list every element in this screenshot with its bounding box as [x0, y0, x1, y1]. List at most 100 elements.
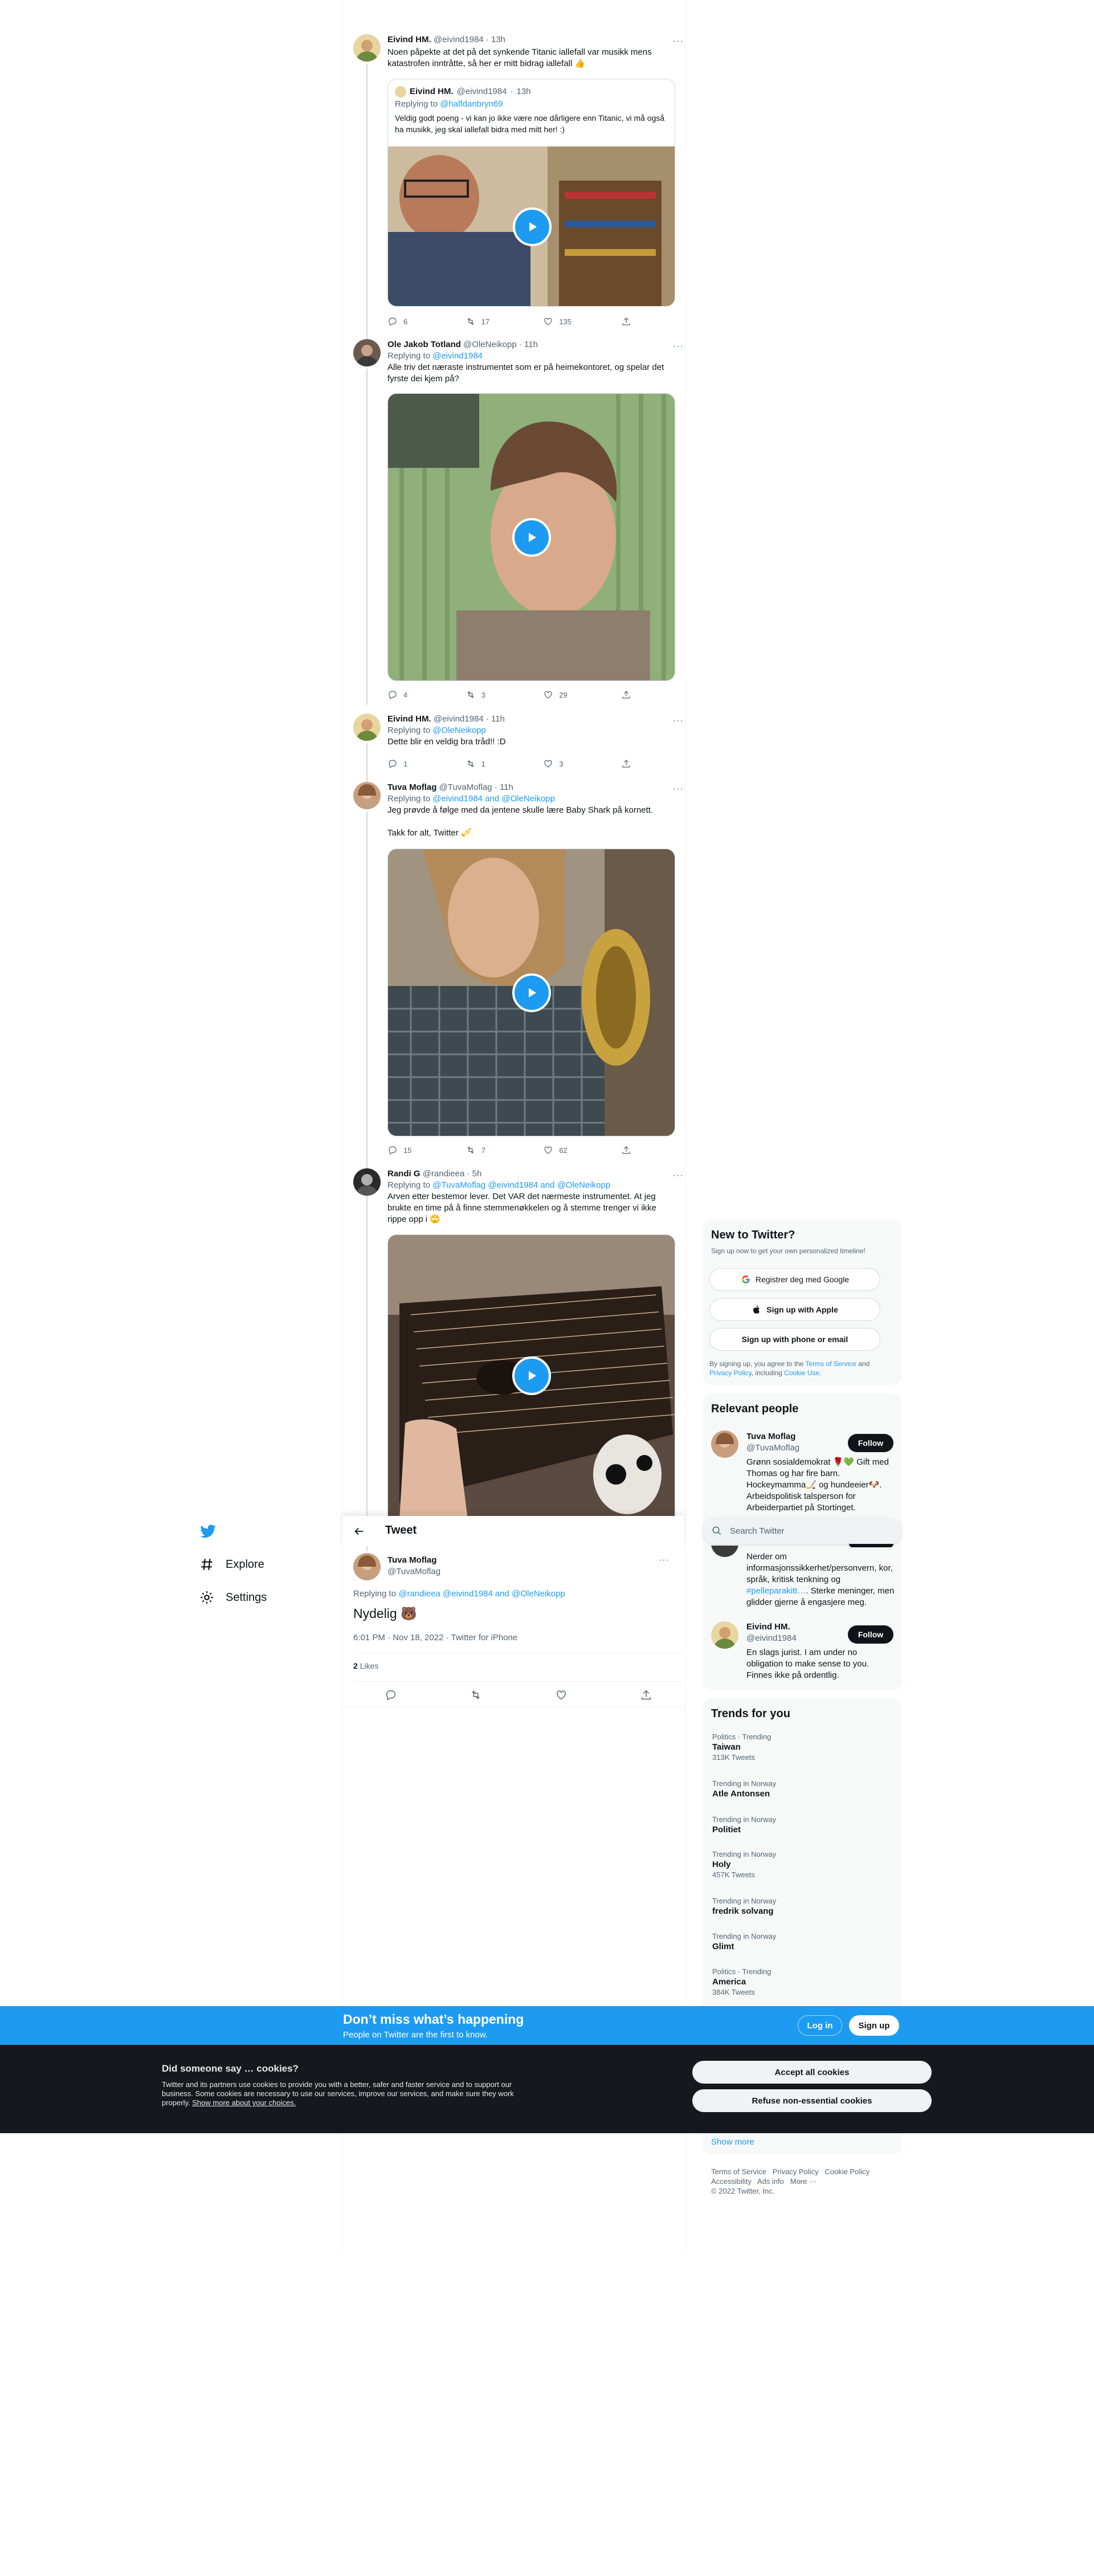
trend-item[interactable]: Trending in Norway Politiet — [712, 1815, 895, 1836]
author-name[interactable]: Randi G — [387, 1169, 421, 1179]
footer-link[interactable]: Privacy Policy — [773, 2167, 819, 2176]
reply-button[interactable]: 6 — [387, 316, 433, 327]
reply-button[interactable]: 15 — [387, 1144, 433, 1156]
share-button[interactable] — [621, 1144, 632, 1156]
refuse-cookies-button[interactable]: Refuse non-essential cookies — [692, 2089, 932, 2112]
timestamp[interactable]: 11h — [500, 782, 513, 792]
trend-item[interactable]: Trending in Norway fredrik solvang — [712, 1897, 895, 1917]
replying-to-link[interactable]: @eivind1984 and @OleNeikopp — [432, 794, 555, 804]
heart-icon[interactable] — [555, 1689, 568, 1701]
login-button[interactable]: Log in — [798, 2015, 842, 2036]
share-button[interactable] — [621, 316, 632, 327]
trend-item[interactable]: Politics · Trending Taiwan 313K Tweets — [712, 1733, 895, 1762]
replying-to-link[interactable]: @OleNeikopp — [432, 725, 486, 735]
play-icon[interactable] — [512, 517, 551, 557]
follow-button[interactable]: Follow — [848, 1625, 893, 1644]
more-options-icon[interactable]: ··· — [673, 36, 684, 47]
nav-settings[interactable]: Settings — [199, 1590, 267, 1605]
tweet-randi[interactable]: Randi G @randieea · 5h Replying to @Tuva… — [353, 1168, 684, 1551]
signup-button[interactable]: Sign up — [849, 2015, 899, 2036]
more-options-icon[interactable]: ··· — [673, 341, 684, 352]
phone-email-signup-button[interactable]: Sign up with phone or email — [709, 1328, 880, 1351]
author-name[interactable]: Tuva Moflag — [387, 782, 436, 792]
cookie-more-link[interactable]: Show more about your choices. — [192, 2098, 296, 2107]
avatar[interactable] — [353, 1553, 381, 1580]
likes-count[interactable]: 2 Likes — [353, 1661, 378, 1670]
retweet-button[interactable]: 3 — [466, 689, 511, 700]
author-name[interactable]: Eivind HM. — [387, 35, 431, 44]
avatar[interactable] — [353, 782, 381, 809]
avatar[interactable] — [711, 1430, 738, 1458]
avatar[interactable] — [711, 1546, 738, 1557]
play-icon[interactable] — [512, 207, 552, 246]
share-button[interactable] — [621, 758, 632, 769]
retweet-button[interactable]: 7 — [466, 1144, 511, 1156]
reply-button[interactable]: 4 — [387, 689, 433, 700]
more-options-icon[interactable]: ··· — [673, 784, 684, 794]
more-options-icon[interactable]: ··· — [673, 1171, 684, 1181]
timestamp[interactable]: 11h — [491, 714, 505, 724]
show-more-link[interactable]: Show more — [711, 2137, 754, 2147]
like-button[interactable]: 62 — [543, 1144, 589, 1156]
timestamp[interactable]: 13h — [491, 35, 505, 44]
replying-to-link[interactable]: @randieea @eivind1984 and @OleNeikopp — [398, 1589, 565, 1599]
author-name[interactable]: Eivind HM. — [387, 714, 431, 724]
reply-icon[interactable] — [385, 1689, 397, 1701]
tweet-tuva-1[interactable]: Tuva Moflag @TuvaMoflag · 11h Replying t… — [353, 782, 684, 1199]
twitter-bird-icon[interactable] — [198, 1522, 218, 1541]
retweet-button[interactable]: 17 — [466, 316, 511, 327]
footer-link[interactable]: Terms of Service — [711, 2167, 766, 2176]
trend-item[interactable]: Trending in Norway Holy 457K Tweets — [712, 1850, 895, 1880]
cookie-use-link[interactable]: Cookie Use — [784, 1369, 819, 1377]
search-bar[interactable]: Search Twitter — [703, 1518, 902, 1544]
terms-link[interactable]: Terms of Service — [806, 1360, 856, 1368]
replying-to-link[interactable]: @halfdanbryn69 — [440, 99, 503, 109]
like-button[interactable]: 3 — [543, 758, 589, 769]
author-name[interactable]: Tuva Moflag — [387, 1555, 436, 1565]
nav-explore[interactable]: Explore — [199, 1557, 264, 1572]
tweet-eivind-2[interactable]: Eivind HM. @eivind1984 · 11h Replying to… — [353, 714, 684, 789]
like-button[interactable]: 29 — [543, 689, 589, 700]
play-icon[interactable] — [512, 973, 551, 1012]
person-name[interactable]: Tuva Moflag — [746, 1432, 795, 1441]
person-name[interactable]: Eivind HM. — [746, 1622, 790, 1632]
video-thumbnail[interactable] — [387, 849, 675, 1136]
more-options-icon[interactable]: ··· — [659, 1555, 670, 1566]
tweet-timestamp[interactable]: 6:01 PM · Nov 18, 2022 · Twitter for iPh… — [353, 1633, 517, 1642]
tweet-ole-jakob[interactable]: Ole Jakob Totland @OleNeikopp · 11h Repl… — [353, 339, 684, 705]
follow-button[interactable]: Follow — [848, 1434, 893, 1452]
share-button[interactable] — [621, 689, 632, 700]
avatar[interactable] — [353, 1168, 381, 1196]
share-icon[interactable] — [640, 1689, 652, 1701]
video-thumbnail[interactable] — [388, 146, 675, 306]
apple-signup-button[interactable]: Sign up with Apple — [709, 1298, 880, 1321]
reply-button[interactable]: 1 — [387, 758, 433, 769]
retweet-button[interactable]: 1 — [466, 758, 511, 769]
timestamp[interactable]: 11h — [524, 340, 538, 349]
avatar[interactable] — [353, 714, 381, 741]
privacy-link[interactable]: Privacy Policy — [709, 1369, 752, 1377]
accept-cookies-button[interactable]: Accept all cookies — [692, 2061, 932, 2084]
footer-link[interactable]: Ads info — [757, 2177, 784, 2186]
replying-to-link[interactable]: @eivind1984 — [432, 351, 483, 361]
trend-item[interactable]: Trending in Norway Atle Antonsen — [712, 1779, 895, 1800]
hashtag-link[interactable]: #pelleparakitt… — [746, 1586, 806, 1596]
replying-to-link[interactable]: @TuvaMoflag @eivind1984 and @OleNeikopp — [432, 1180, 610, 1190]
quoted-tweet[interactable]: Eivind HM. @eivind1984 · 13h Replying to @… — [387, 79, 675, 307]
video-thumbnail[interactable] — [387, 393, 675, 681]
google-signup-button[interactable]: Registrer deg med Google — [709, 1268, 880, 1291]
follow-button[interactable] — [849, 1544, 893, 1547]
footer-link[interactable]: Cookie Policy — [824, 2167, 870, 2176]
footer-link[interactable]: More ··· — [790, 2177, 817, 2186]
trend-item[interactable]: Trending in Norway Glimt — [712, 1932, 895, 1953]
timestamp[interactable]: 5h — [472, 1169, 482, 1179]
video-thumbnail[interactable] — [387, 1234, 675, 1516]
avatar[interactable] — [353, 34, 381, 62]
back-arrow-icon[interactable] — [353, 1525, 365, 1538]
author-name[interactable]: Ole Jakob Totland — [387, 340, 461, 349]
trend-item[interactable]: Politics · Trending America 384K Tweets — [712, 1967, 895, 1997]
avatar[interactable] — [353, 339, 381, 366]
search-input[interactable]: Search Twitter — [730, 1526, 785, 1536]
more-options-icon[interactable]: ··· — [673, 716, 684, 726]
tweet-eivind-1[interactable]: Eivind HM. @eivind1984 · 13h Noen påpekt… — [353, 34, 684, 360]
